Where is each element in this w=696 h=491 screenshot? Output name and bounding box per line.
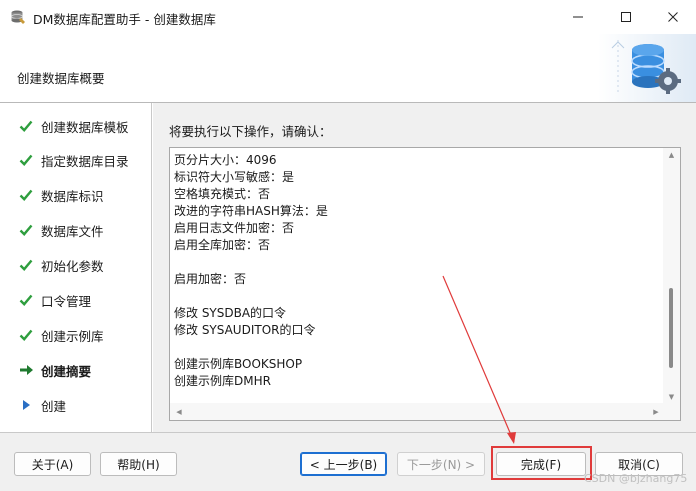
step-label: 指定数据库目录 bbox=[41, 153, 129, 169]
help-button[interactable]: 帮助(H) bbox=[100, 452, 177, 476]
step-label: 数据库标识 bbox=[41, 188, 104, 204]
horizontal-scrollbar[interactable]: ◀ ▶ bbox=[170, 403, 665, 420]
check-icon bbox=[18, 222, 34, 238]
about-button[interactable]: 关于(A) bbox=[14, 452, 91, 476]
step-db-identifier: 数据库标识 bbox=[18, 185, 104, 205]
close-button[interactable] bbox=[650, 0, 696, 34]
step-label: 数据库文件 bbox=[41, 223, 104, 239]
summary-textbox[interactable]: 页分片大小：4096 标识符大小写敏感：是 空格填充模式：否 改进的字符串HAS… bbox=[169, 147, 681, 421]
summary-line: 启用日志文件加密：否 bbox=[174, 221, 295, 235]
summary-line: 页分片大小：4096 bbox=[174, 153, 277, 167]
summary-line: 修改 SYSAUDITOR的口令 bbox=[174, 323, 316, 337]
step-label: 初始化参数 bbox=[41, 258, 104, 274]
arrow-right-icon bbox=[18, 362, 34, 378]
check-icon bbox=[18, 118, 34, 134]
step-create: 创建 bbox=[18, 395, 66, 415]
summary-lines: 页分片大小：4096 标识符大小写敏感：是 空格填充模式：否 改进的字符串HAS… bbox=[174, 152, 659, 390]
step-password: 口令管理 bbox=[18, 290, 91, 310]
triangle-right-icon bbox=[18, 397, 34, 413]
summary-panel: 将要执行以下操作，请确认： 页分片大小：4096 标识符大小写敏感：是 空格填充… bbox=[153, 103, 696, 432]
scroll-right-icon[interactable]: ▶ bbox=[649, 403, 663, 420]
summary-line: 标识符大小写敏感：是 bbox=[174, 170, 295, 184]
confirm-prompt: 将要执行以下操作，请确认： bbox=[169, 124, 332, 139]
summary-line: 创建示例库DMHR bbox=[174, 374, 271, 388]
step-label: 创建 bbox=[41, 398, 67, 414]
wizard-header: 创建数据库概要 bbox=[0, 34, 696, 102]
window-title: DM数据库配置助手 - 创建数据库 bbox=[33, 12, 216, 27]
summary-line: 启用加密：否 bbox=[174, 272, 247, 286]
scrollbar-corner bbox=[663, 403, 680, 420]
scroll-down-icon[interactable]: ▼ bbox=[663, 390, 680, 404]
step-create-template: 创建数据库模板 bbox=[18, 116, 129, 136]
finish-highlight-box bbox=[491, 446, 592, 480]
database-gear-icon bbox=[598, 34, 696, 102]
check-icon bbox=[18, 292, 34, 308]
summary-line bbox=[174, 254, 659, 271]
summary-line bbox=[174, 339, 659, 356]
next-button[interactable]: 下一步(N) > bbox=[397, 452, 485, 476]
step-sample-db: 创建示例库 bbox=[18, 325, 104, 345]
prev-button[interactable]: < 上一步(B) bbox=[300, 452, 387, 476]
maximize-icon bbox=[621, 12, 631, 22]
close-icon bbox=[668, 12, 678, 22]
page-title: 创建数据库概要 bbox=[17, 71, 105, 86]
step-label: 创建示例库 bbox=[41, 328, 104, 344]
step-init-params: 初始化参数 bbox=[18, 255, 104, 275]
check-icon bbox=[18, 152, 34, 168]
summary-line: 创建示例库BOOKSHOP bbox=[174, 357, 303, 371]
summary-line: 改进的字符串HASH算法：是 bbox=[174, 204, 328, 218]
step-summary: 创建摘要 bbox=[18, 360, 91, 380]
title-bar: DM数据库配置助手 - 创建数据库 bbox=[0, 0, 696, 34]
step-label-current: 创建摘要 bbox=[41, 363, 92, 379]
minimize-button[interactable] bbox=[555, 0, 601, 34]
vertical-scrollbar[interactable]: ▲ ▼ bbox=[663, 148, 680, 404]
step-db-directory: 指定数据库目录 bbox=[18, 150, 129, 170]
watermark: CSDN @bjzhang75 bbox=[584, 472, 688, 485]
summary-line: 空格填充模式：否 bbox=[174, 187, 271, 201]
step-label: 创建数据库模板 bbox=[41, 119, 129, 135]
check-icon bbox=[18, 187, 34, 203]
database-config-icon bbox=[11, 10, 25, 24]
vertical-scroll-thumb[interactable] bbox=[669, 287, 673, 368]
check-icon bbox=[18, 257, 34, 273]
wizard-steps: 创建数据库模板 指定数据库目录 数据库标识 数据库文件 初始化参数 口令管理 创… bbox=[0, 103, 152, 432]
scroll-up-icon[interactable]: ▲ bbox=[663, 148, 680, 162]
check-icon bbox=[18, 327, 34, 343]
step-label: 口令管理 bbox=[41, 293, 92, 309]
scroll-left-icon[interactable]: ◀ bbox=[172, 403, 186, 420]
summary-line bbox=[174, 288, 659, 305]
maximize-button[interactable] bbox=[603, 0, 649, 34]
summary-line: 修改 SYSDBA的口令 bbox=[174, 306, 287, 320]
step-db-files: 数据库文件 bbox=[18, 220, 104, 240]
minimize-icon bbox=[573, 16, 583, 18]
summary-line: 启用全库加密：否 bbox=[174, 238, 271, 252]
